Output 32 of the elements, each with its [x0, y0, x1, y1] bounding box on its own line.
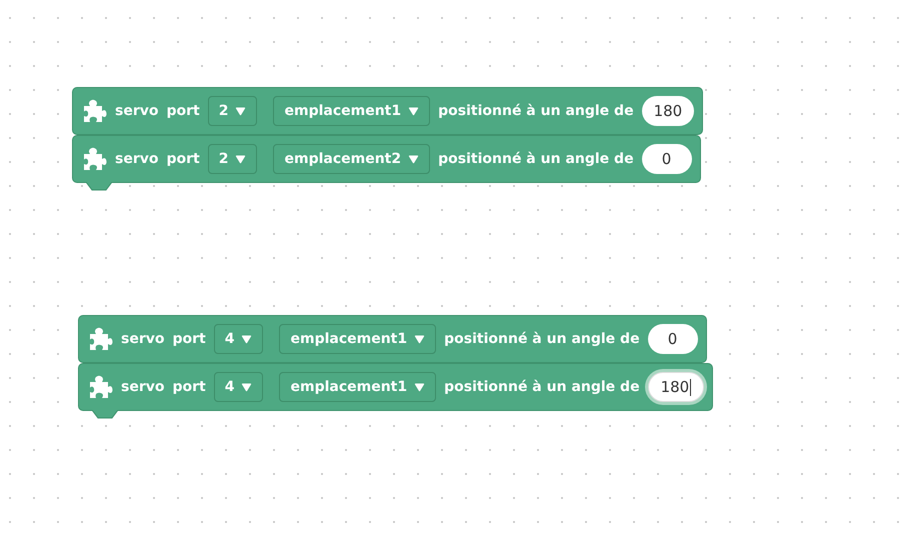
angle-field[interactable]: 0 — [642, 144, 692, 174]
block-label: port — [172, 379, 206, 395]
caret-icon — [414, 334, 426, 344]
block-label: servo — [115, 103, 158, 119]
block-label: port — [166, 151, 200, 167]
puzzle-piece-icon — [81, 146, 107, 172]
caret-icon — [235, 106, 246, 116]
caret-icon — [241, 334, 252, 344]
angle-field[interactable]: 180 — [648, 372, 704, 402]
angle-field[interactable]: 0 — [648, 324, 698, 354]
block-label: port — [172, 331, 206, 347]
servo-block[interactable]: servo port 4 emplacement1 positionné à un angle de 0 — [78, 315, 707, 363]
caret-icon — [235, 154, 246, 164]
block-label: port — [166, 103, 200, 119]
caret-icon — [414, 382, 426, 392]
block-label: positionné à un angle de — [438, 151, 634, 167]
block-label: servo — [115, 151, 158, 167]
block-label: positionné à un angle de — [444, 379, 640, 395]
connector-tab — [92, 410, 118, 419]
servo-block[interactable]: servo port 2 emplacement1 positionné à un angle de 180 — [72, 87, 704, 135]
block-label: servo — [121, 331, 164, 347]
caret-icon — [408, 154, 420, 164]
puzzle-piece-icon — [87, 374, 113, 400]
angle-field[interactable]: 180 — [642, 96, 694, 126]
puzzle-piece-icon — [87, 326, 113, 352]
block-label: positionné à un angle de — [444, 331, 640, 347]
puzzle-piece-icon — [81, 98, 107, 124]
caret-icon — [241, 382, 252, 392]
connector-tab — [86, 182, 112, 191]
block-label: servo — [121, 379, 164, 395]
block-label: positionné à un angle de — [438, 103, 634, 119]
caret-icon — [408, 106, 420, 116]
